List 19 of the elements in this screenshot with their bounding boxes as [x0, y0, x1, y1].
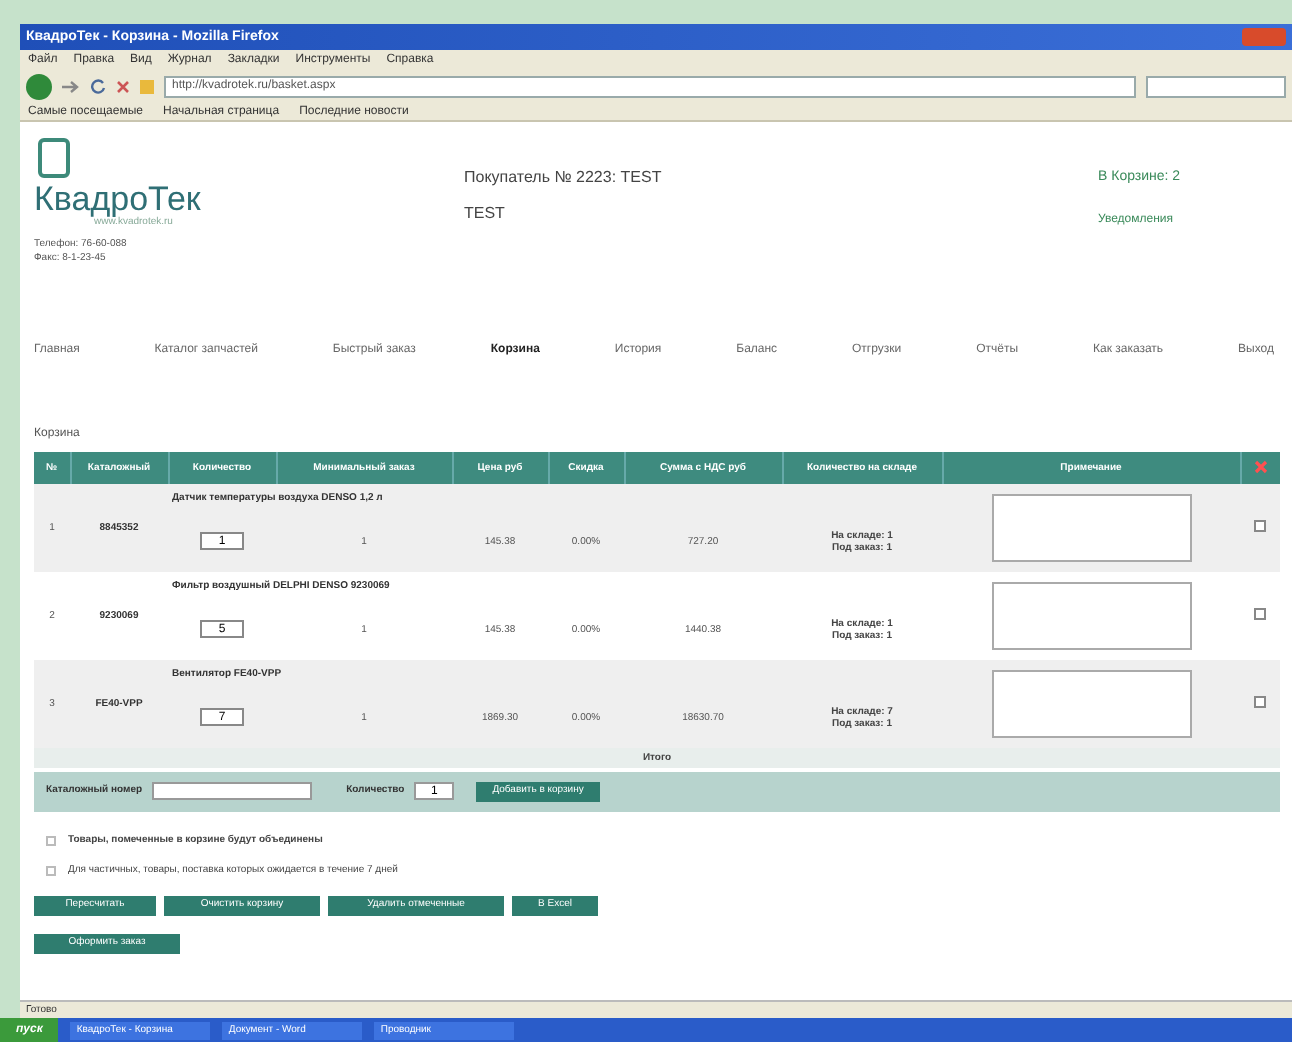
delete-icon	[1253, 460, 1268, 475]
row-checkbox[interactable]	[1254, 519, 1266, 532]
search-field[interactable]	[1146, 75, 1286, 97]
customer-name: TEST	[464, 206, 507, 222]
code-field[interactable]	[152, 782, 313, 801]
note-field[interactable]	[991, 669, 1191, 738]
customer-title: Покупатель № 2223: TEST	[464, 170, 664, 186]
option-checkbox[interactable]	[46, 865, 56, 876]
stop-icon[interactable]	[116, 79, 130, 93]
note-field[interactable]	[991, 493, 1191, 562]
logo-icon	[38, 138, 70, 178]
note-field[interactable]	[991, 581, 1191, 650]
logo-text: КвадроТек	[34, 182, 203, 216]
option-checkbox[interactable]	[46, 835, 56, 846]
row-checkbox[interactable]	[1254, 607, 1266, 620]
forward-icon[interactable]	[62, 79, 80, 93]
back-button[interactable]	[26, 73, 52, 99]
reload-icon[interactable]	[90, 78, 106, 94]
row-checkbox[interactable]	[1254, 695, 1266, 708]
